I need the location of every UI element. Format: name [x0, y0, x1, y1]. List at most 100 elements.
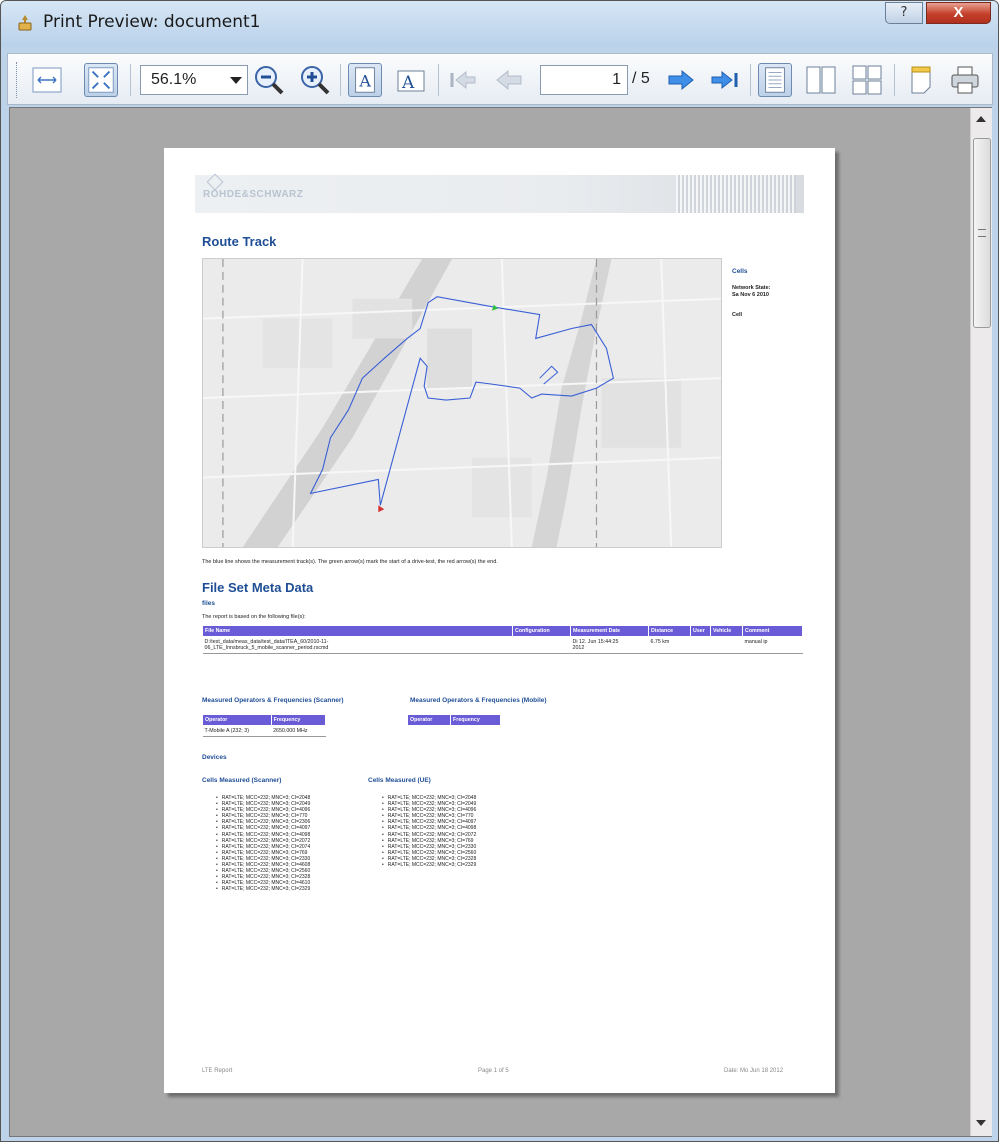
window-title: Print Preview: document1 — [43, 12, 261, 32]
zoom-value: 56.1% — [151, 71, 197, 88]
scrollbar-thumb[interactable] — [973, 138, 991, 328]
multiple-pages-button[interactable] — [850, 63, 884, 97]
list-item: RAT=LTE; MCC=232; MNC=3; CI=4097 — [216, 825, 310, 831]
landscape-button[interactable]: A — [394, 63, 428, 97]
cells-ue-list: RAT=LTE; MCC=232; MNC=3; CI=2048RAT=LTE;… — [382, 795, 476, 868]
legend-cell-label: Cell — [732, 312, 743, 318]
scanner-operators-heading: Measured Operators & Frequencies (Scanne… — [202, 697, 344, 704]
fit-width-button[interactable] — [30, 63, 64, 97]
list-item: RAT=LTE; MCC=232; MNC=3; CI=4098 — [216, 832, 310, 838]
col-measurement-date: Measurement Date — [570, 625, 649, 637]
toolbar: 56.1% A A 1 / 5 — [7, 53, 993, 105]
mobile-operators-heading: Measured Operators & Frequencies (Mobile… — [410, 697, 547, 704]
report-header-band: ROHDE&SCHWARZ — [195, 173, 804, 213]
footer-date: Date: Mo Jun 18 2012 — [724, 1068, 784, 1074]
col-vehicle: Vehicle — [710, 625, 743, 637]
list-item: RAT=LTE; MCC=232; MNC=3; CI=2072 — [382, 832, 476, 838]
preview-page: ROHDE&SCHWARZ Route Track Cells Network … — [164, 148, 835, 1093]
svg-text:A: A — [358, 72, 371, 91]
file-name-line: 06_LTE_Innsbruck_5_mobile_scanner_period… — [204, 645, 329, 651]
route-track-title: Route Track — [202, 234, 277, 249]
svg-text:A: A — [401, 73, 415, 93]
cell-measurement-date: Di 12. Jun 15:44:25 2012 — [570, 636, 649, 654]
scroll-down-icon[interactable] — [976, 1120, 986, 1126]
page-number-input[interactable]: 1 — [540, 65, 628, 95]
col-frequency: Frequency — [450, 714, 501, 726]
list-item: RAT=LTE; MCC=232; MNC=3; CI=2072 — [216, 838, 310, 844]
date-line: 2012 — [572, 645, 585, 651]
cell-user — [690, 636, 711, 654]
cell-configuration — [512, 636, 571, 654]
cell-frequency: 2650.000 MHz — [271, 725, 326, 737]
fit-page-button[interactable] — [84, 63, 118, 97]
list-item: RAT=LTE; MCC=232; MNC=3; CI=769 — [382, 838, 476, 844]
next-page-button[interactable] — [664, 63, 698, 97]
toolbar-separator — [894, 64, 895, 96]
toolbar-grip[interactable] — [16, 62, 19, 98]
print-button[interactable] — [948, 63, 982, 97]
cell-operator: T-Mobile A (232; 3) — [202, 725, 272, 737]
scanner-table-header: Operator Frequency — [202, 714, 327, 726]
toolbar-separator — [340, 64, 341, 96]
mobile-operators-table: Operator Frequency — [406, 714, 501, 726]
zoom-in-button[interactable] — [298, 63, 332, 97]
zoom-out-button[interactable] — [252, 63, 286, 97]
header-stripes — [676, 175, 796, 213]
col-distance: Distance — [648, 625, 691, 637]
devices-heading: Devices — [202, 754, 227, 761]
scroll-up-icon[interactable] — [976, 116, 986, 122]
toolbar-separator — [438, 64, 439, 96]
col-frequency: Frequency — [270, 714, 327, 726]
page-setup-button[interactable] — [904, 63, 938, 97]
cells-scanner-list: RAT=LTE; MCC=232; MNC=3; CI=2048RAT=LTE;… — [216, 795, 310, 893]
list-item: RAT=LTE; MCC=232; MNC=3; CI=4098 — [382, 825, 476, 831]
two-pages-button[interactable] — [804, 63, 838, 97]
first-page-button[interactable] — [446, 63, 480, 97]
files-intro: The report is based on the following fil… — [202, 614, 306, 620]
cell-vehicle — [710, 636, 743, 654]
toolbar-separator — [750, 64, 751, 96]
list-item: RAT=LTE; MCC=232; MNC=3; CI=2329 — [382, 862, 476, 868]
scanner-operators-table: Operator Frequency T-Mobile A (232; 3) 2… — [202, 714, 327, 737]
last-page-button[interactable] — [708, 63, 742, 97]
list-item: RAT=LTE; MCC=232; MNC=3; CI=2330 — [382, 844, 476, 850]
map-caption: The blue line shows the measurement trac… — [202, 559, 498, 565]
cells-scanner-heading: Cells Measured (Scanner) — [202, 777, 282, 784]
app-icon — [15, 13, 35, 33]
files-table-header: File Name Configuration Measurement Date… — [202, 625, 803, 637]
legend-network-state-label: Network State: — [732, 285, 771, 291]
col-configuration: Configuration — [512, 625, 571, 637]
zoom-select[interactable]: 56.1% — [140, 65, 248, 95]
list-item: RAT=LTE; MCC=232; MNC=3; CI=2074 — [216, 844, 310, 850]
col-comment: Comment — [742, 625, 803, 637]
preview-area[interactable]: ROHDE&SCHWARZ Route Track Cells Network … — [9, 107, 992, 1137]
help-button[interactable]: ? — [885, 2, 923, 24]
legend-network-state-date: Sa Nov 6 2010 — [732, 292, 769, 298]
table-row: T-Mobile A (232; 3) 2650.000 MHz — [202, 725, 326, 737]
portrait-button[interactable]: A — [348, 63, 382, 97]
single-page-button[interactable] — [758, 63, 792, 97]
list-item: RAT=LTE; MCC=232; MNC=3; CI=2329 — [216, 886, 310, 892]
close-button[interactable]: X — [926, 2, 991, 24]
col-user: User — [690, 625, 711, 637]
cells-ue-heading: Cells Measured (UE) — [368, 777, 431, 784]
rohde-schwarz-logo-mark — [206, 173, 224, 191]
table-row: D:/test_data/meas_data/test_data/ITEA_60… — [202, 636, 803, 654]
col-file-name: File Name — [202, 625, 513, 637]
mobile-table-header: Operator Frequency — [406, 714, 501, 726]
print-preview-window: Print Preview: document1 ? X 56.1% A A 1… — [0, 0, 999, 1142]
rohde-schwarz-logo: ROHDE&SCHWARZ — [203, 189, 304, 200]
file-set-meta-data-title: File Set Meta Data — [202, 580, 314, 595]
vertical-scrollbar[interactable] — [970, 108, 992, 1136]
chevron-down-icon — [230, 77, 242, 84]
cell-file-name: D:/test_data/meas_data/test_data/ITEA_60… — [202, 636, 513, 654]
grip-icon — [978, 229, 986, 237]
previous-page-button[interactable] — [492, 63, 526, 97]
col-operator: Operator — [202, 714, 272, 726]
footer-report-name: LTE Report — [202, 1068, 233, 1074]
col-operator: Operator — [406, 714, 452, 726]
cell-comment: manual ip — [742, 636, 803, 654]
cell-distance: 6.75 km — [648, 636, 691, 654]
toolbar-separator — [130, 64, 131, 96]
page-total: / 5 — [632, 70, 650, 87]
